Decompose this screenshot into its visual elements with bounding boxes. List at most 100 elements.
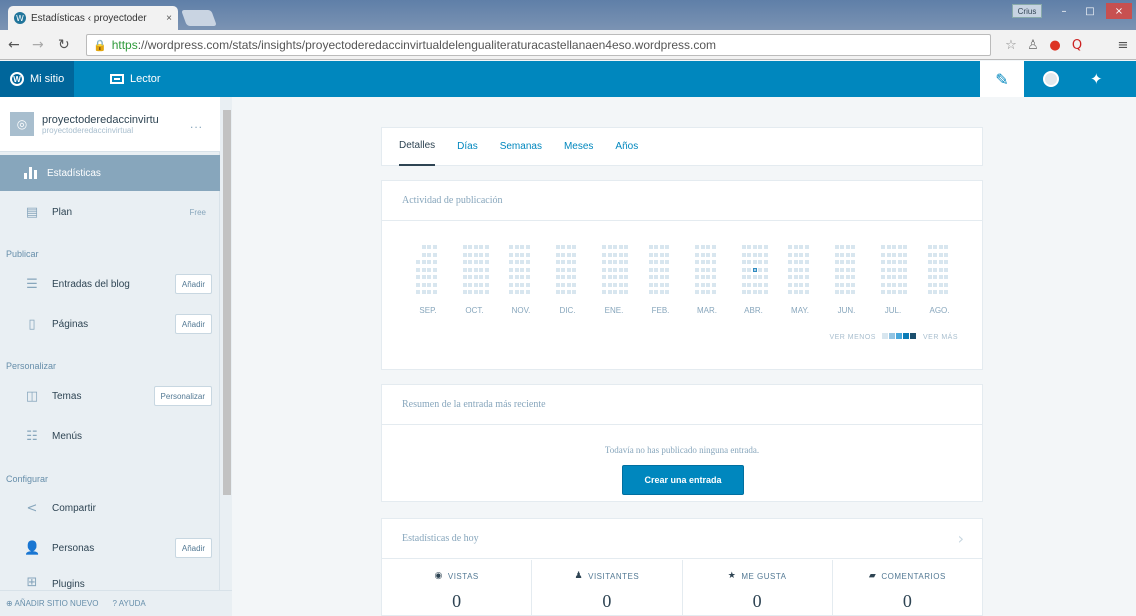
heatmap-day-cell[interactable] xyxy=(944,282,948,287)
heatmap-day-cell[interactable] xyxy=(659,260,664,264)
heatmap-day-cell[interactable] xyxy=(602,252,606,257)
chevron-right-icon[interactable]: › xyxy=(958,529,964,548)
heatmap-day-cell[interactable] xyxy=(468,245,472,249)
heatmap-day-cell[interactable] xyxy=(602,260,606,264)
heatmap-day-cell[interactable] xyxy=(607,267,612,272)
heatmap-day-cell[interactable] xyxy=(525,282,530,287)
heatmap-day-cell[interactable] xyxy=(938,290,943,294)
heatmap-day-cell[interactable] xyxy=(462,290,467,294)
heatmap-day-cell[interactable] xyxy=(520,267,524,272)
heatmap-day-cell[interactable] xyxy=(788,267,792,272)
heatmap-day-cell[interactable] xyxy=(654,275,658,279)
heatmap-day-cell[interactable] xyxy=(758,282,762,287)
heatmap-day-cell[interactable] xyxy=(700,252,705,257)
heatmap-day-cell[interactable] xyxy=(927,252,932,257)
heatmap-day-cell[interactable] xyxy=(665,290,669,294)
heatmap-day-cell[interactable] xyxy=(700,290,705,294)
heatmap-day-cell[interactable] xyxy=(520,275,524,279)
heatmap-day-cell[interactable] xyxy=(607,252,612,257)
heatmap-day-cell[interactable] xyxy=(555,260,560,264)
heatmap-day-cell[interactable] xyxy=(851,245,855,249)
heatmap-day-cell[interactable] xyxy=(881,260,885,264)
heatmap-day-cell[interactable] xyxy=(416,282,420,287)
heatmap-day-cell[interactable] xyxy=(903,260,907,264)
heatmap-day-cell[interactable] xyxy=(572,267,576,272)
heatmap-day-cell[interactable] xyxy=(618,290,623,294)
heatmap-day-cell[interactable] xyxy=(834,260,839,264)
sidebar-item-plan[interactable]: ▤ Plan Free xyxy=(0,194,220,230)
heatmap-day-cell[interactable] xyxy=(933,267,937,272)
heatmap-day-cell[interactable] xyxy=(648,290,653,294)
heatmap-day-cell[interactable] xyxy=(659,290,664,294)
heatmap-day-cell[interactable] xyxy=(804,245,809,249)
heatmap-day-cell[interactable] xyxy=(514,252,519,257)
heatmap-day-cell[interactable] xyxy=(618,267,623,272)
heatmap-day-cell[interactable] xyxy=(700,260,705,264)
heatmap-day-cell[interactable] xyxy=(555,267,560,272)
heatmap-day-cell[interactable] xyxy=(520,245,524,249)
heatmap-day-cell[interactable] xyxy=(793,290,798,294)
customize-button[interactable]: Personalizar xyxy=(153,386,212,406)
sidebar-item-menus[interactable]: ☷ Menús xyxy=(0,418,220,454)
tab-years[interactable]: Años xyxy=(615,127,638,166)
heatmap-day-cell[interactable] xyxy=(659,252,664,257)
heatmap-day-cell[interactable] xyxy=(700,275,705,279)
heatmap-day-cell[interactable] xyxy=(462,282,467,287)
heatmap-day-cell[interactable] xyxy=(799,245,803,249)
heatmap-day-cell[interactable] xyxy=(427,260,431,264)
heatmap-day-cell[interactable] xyxy=(624,245,628,249)
heatmap-day-cell[interactable] xyxy=(944,275,948,279)
heatmap-day-cell[interactable] xyxy=(572,245,576,249)
heatmap-day-cell[interactable] xyxy=(566,245,571,249)
heatmap-day-cell[interactable] xyxy=(427,245,431,249)
heatmap-day-cell[interactable] xyxy=(886,282,891,287)
sidebar-item-plugins[interactable]: ⊞ Plugins xyxy=(0,570,220,590)
heatmap-day-cell[interactable] xyxy=(706,282,710,287)
heatmap-day-cell[interactable] xyxy=(659,282,664,287)
heatmap-day-cell[interactable] xyxy=(421,267,426,272)
heatmap-day-cell[interactable] xyxy=(903,267,907,272)
heatmap-day-cell[interactable] xyxy=(421,290,426,294)
heatmap-day-cell[interactable] xyxy=(648,245,653,249)
heatmap-day-cell[interactable] xyxy=(799,275,803,279)
heatmap-day-cell[interactable] xyxy=(613,245,617,249)
heatmap-day-cell[interactable] xyxy=(758,290,762,294)
heatmap-day-cell[interactable] xyxy=(927,260,932,264)
heatmap-day-cell[interactable] xyxy=(892,252,896,257)
heatmap-day-cell[interactable] xyxy=(520,260,524,264)
heatmap-day-cell[interactable] xyxy=(711,275,716,279)
heatmap-day-cell[interactable] xyxy=(566,260,571,264)
heatmap-day-cell[interactable] xyxy=(432,275,437,279)
heatmap-day-cell[interactable] xyxy=(799,267,803,272)
heatmap-day-cell[interactable] xyxy=(706,275,710,279)
heatmap-day-cell[interactable] xyxy=(840,252,844,257)
heatmap-day-cell[interactable] xyxy=(886,260,891,264)
heatmap-day-cell[interactable] xyxy=(741,260,746,264)
heatmap-day-cell[interactable] xyxy=(886,252,891,257)
heatmap-day-cell[interactable] xyxy=(613,290,617,294)
heatmap-day-cell[interactable] xyxy=(927,275,932,279)
heatmap-day-cell[interactable] xyxy=(804,282,809,287)
heatmap-day-cell[interactable] xyxy=(613,252,617,257)
heatmap-day-cell[interactable] xyxy=(613,260,617,264)
heatmap-day-cell[interactable] xyxy=(479,290,483,294)
site-selector[interactable]: ◎ proyectoderedaccinvirtu proyectodereda… xyxy=(0,97,220,152)
heatmap-day-cell[interactable] xyxy=(711,267,716,272)
heatmap-day-cell[interactable] xyxy=(561,282,565,287)
heatmap-day-cell[interactable] xyxy=(747,260,751,264)
heatmap-day-cell[interactable] xyxy=(799,260,803,264)
tab-details[interactable]: Detalles xyxy=(399,127,436,166)
heatmap-day-cell[interactable] xyxy=(514,282,519,287)
heatmap-day-cell[interactable] xyxy=(851,290,855,294)
heatmap-day-cell[interactable] xyxy=(432,290,437,294)
heatmap-day-cell[interactable] xyxy=(804,267,809,272)
heatmap-day-cell[interactable] xyxy=(416,260,420,264)
heatmap-day-cell[interactable] xyxy=(624,290,628,294)
heatmap-day-cell[interactable] xyxy=(927,282,932,287)
heatmap-day-cell[interactable] xyxy=(840,245,844,249)
heatmap-day-cell[interactable] xyxy=(763,290,768,294)
heatmap-day-cell[interactable] xyxy=(927,267,932,272)
heatmap-day-cell[interactable] xyxy=(840,267,844,272)
heatmap-day-cell[interactable] xyxy=(752,267,757,272)
heatmap-day-cell[interactable] xyxy=(607,260,612,264)
